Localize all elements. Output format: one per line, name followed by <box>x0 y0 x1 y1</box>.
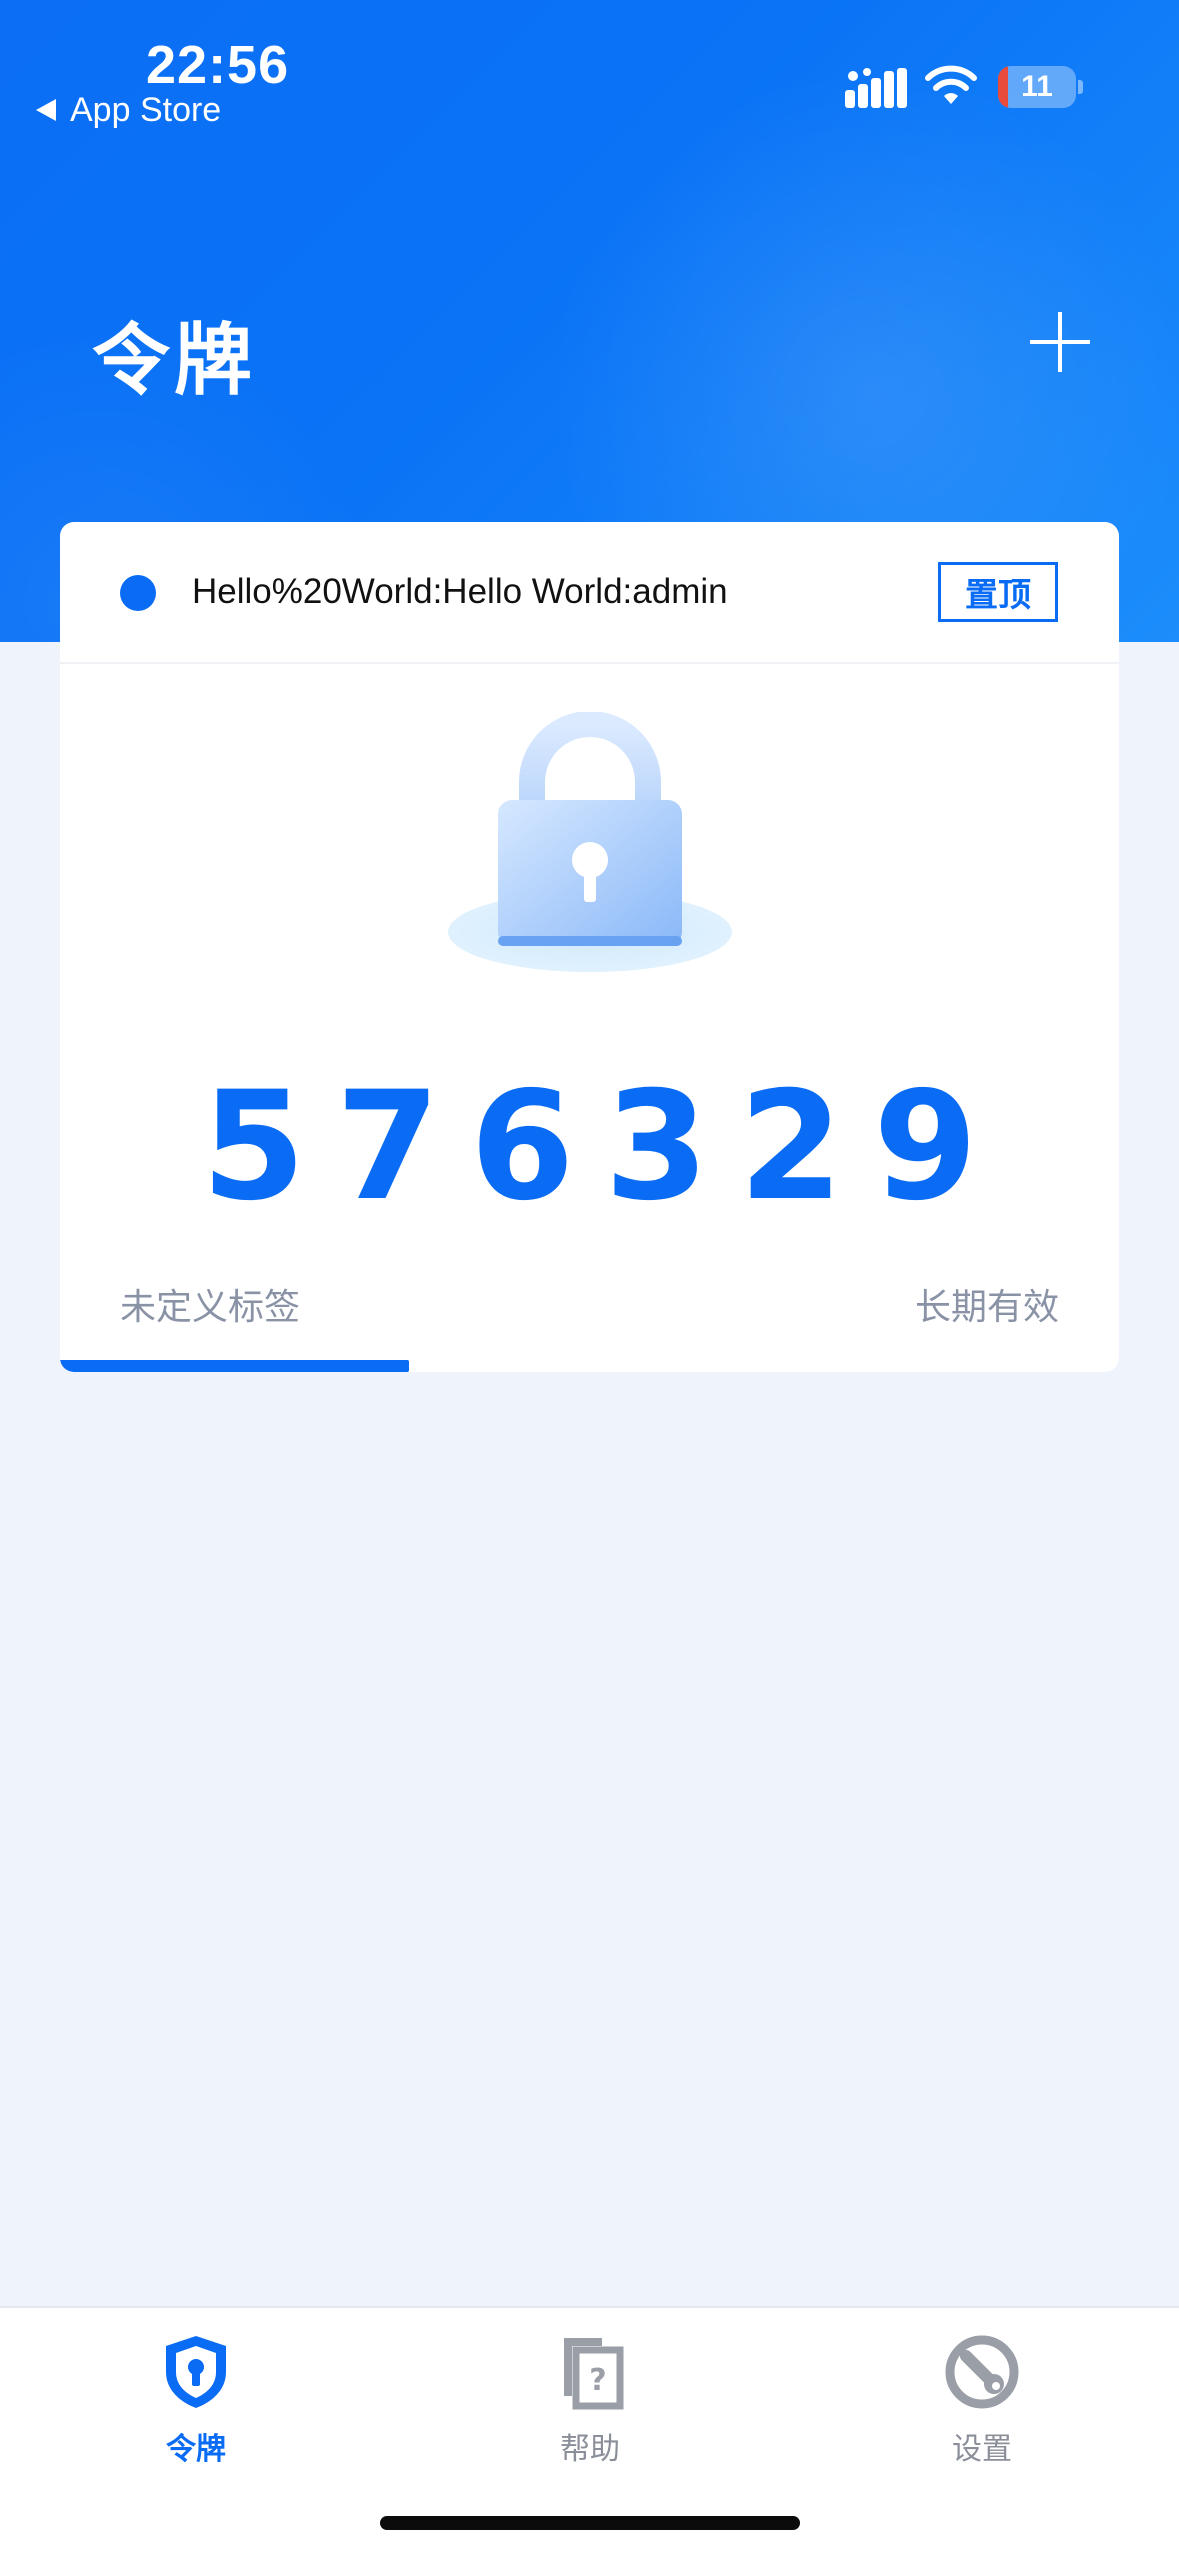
wifi-icon <box>925 65 977 104</box>
tab-token-label: 令牌 <box>166 2433 226 2466</box>
status-dot <box>120 575 156 611</box>
page-title: 令牌 <box>92 316 257 404</box>
svg-text:?: ? <box>589 2363 606 2398</box>
tab-help-label: 帮助 <box>560 2433 620 2466</box>
token-card-header: Hello%20World:Hello World:admin 置顶 <box>60 522 1119 664</box>
home-indicator <box>380 2516 800 2530</box>
countdown-progress-fill <box>60 1360 410 1372</box>
tag-label: 未定义标签 <box>120 1286 301 1327</box>
tab-settings-label: 设置 <box>952 2433 1012 2466</box>
add-token-button[interactable] <box>1030 312 1090 372</box>
tab-settings[interactable]: 设置 <box>882 2330 1082 2470</box>
battery-level <box>998 66 1008 108</box>
back-to-app-store-link[interactable]: App Store <box>36 90 221 130</box>
lock-icon <box>448 712 732 972</box>
status-time: 22:56 <box>146 35 290 95</box>
validity-label: 长期有效 <box>914 1286 1059 1327</box>
settings-wrench-icon <box>945 2335 1019 2409</box>
pin-to-top-button[interactable]: 置顶 <box>938 562 1058 622</box>
tab-token[interactable]: 令牌 <box>96 2330 296 2470</box>
battery-cap <box>1078 80 1083 94</box>
battery-percent: 11 <box>1021 70 1053 103</box>
countdown-progress <box>60 1360 1119 1372</box>
help-document-icon: ? <box>564 2338 624 2410</box>
otp-code[interactable]: 576329 <box>60 1072 1119 1222</box>
token-card[interactable]: Hello%20World:Hello World:admin 置顶 57632… <box>60 522 1119 1372</box>
cellular-signal-icon <box>845 68 907 108</box>
account-name: Hello%20World:Hello World:admin <box>192 572 728 611</box>
tab-help[interactable]: ? 帮助 <box>490 2330 690 2470</box>
battery-indicator: 11 <box>998 66 1076 108</box>
back-label: App Store <box>70 90 222 129</box>
shield-key-icon <box>166 2336 226 2408</box>
back-arrow-icon <box>36 99 56 121</box>
